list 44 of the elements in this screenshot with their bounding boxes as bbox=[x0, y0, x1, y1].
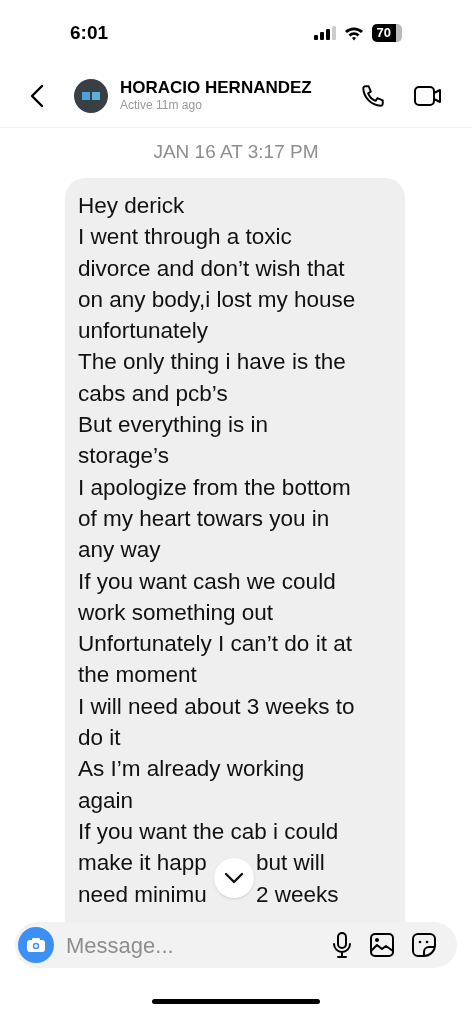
message-line: If you want the cab i could bbox=[78, 817, 340, 846]
camera-button[interactable] bbox=[18, 927, 54, 963]
message-line: do it bbox=[78, 724, 122, 753]
message-line-fragment: need minimu bbox=[78, 881, 207, 907]
status-time: 6:01 bbox=[70, 20, 109, 45]
message-line: I apologize from the bottom bbox=[78, 473, 352, 502]
message-line: work something out bbox=[78, 598, 275, 627]
sticker-icon[interactable] bbox=[412, 933, 436, 957]
message-line: I went through a toxic bbox=[78, 223, 293, 252]
message-line: I will need about 3 weeks to bbox=[78, 692, 356, 721]
message-line: the moment bbox=[78, 661, 198, 690]
message-line: If you want cash we could bbox=[78, 567, 337, 596]
message-line: Hey derick bbox=[78, 192, 186, 220]
message-line: But everything is in bbox=[78, 411, 270, 440]
message-line: on any body,i lost my house bbox=[78, 285, 357, 314]
message-line: again bbox=[78, 786, 135, 815]
message-input[interactable]: Message... bbox=[66, 928, 332, 962]
camera-icon bbox=[26, 937, 46, 953]
message-line: divorce and don’t wish that bbox=[78, 254, 346, 283]
date-separator: JAN 16 AT 3:17 PM bbox=[153, 140, 319, 164]
message-line: any way bbox=[78, 536, 162, 565]
microphone-icon[interactable] bbox=[332, 932, 352, 958]
contact-name[interactable]: HORACIO HERNANDEZ bbox=[120, 78, 312, 98]
video-call-icon[interactable] bbox=[414, 84, 442, 107]
wifi-icon bbox=[343, 25, 364, 41]
message-line-fragment: 2 weeks bbox=[256, 880, 339, 909]
message-line: Unfortunately I can’t do it at bbox=[78, 630, 353, 659]
message-line-fragment: but will bbox=[256, 849, 325, 878]
chevron-down-icon bbox=[224, 872, 244, 884]
active-status: Active 11m ago bbox=[120, 98, 203, 113]
image-icon[interactable] bbox=[370, 933, 394, 957]
back-icon[interactable] bbox=[30, 83, 44, 108]
message-line-fragment: make it happ bbox=[78, 850, 207, 876]
message-line: of my heart towars you in bbox=[78, 504, 331, 533]
avatar[interactable] bbox=[74, 78, 108, 113]
message-line: storage’s bbox=[78, 442, 170, 471]
message-line: As I’m already working bbox=[78, 755, 306, 784]
message-field[interactable]: Message... bbox=[15, 922, 457, 968]
message-line: unfortunately bbox=[78, 317, 210, 346]
message-line: The only thing i have is the bbox=[78, 348, 347, 377]
phone-icon[interactable] bbox=[360, 82, 386, 109]
battery-indicator: 70 bbox=[371, 24, 402, 42]
signal-icon bbox=[313, 26, 336, 40]
message-line: cabs and pcb’s bbox=[78, 379, 229, 408]
